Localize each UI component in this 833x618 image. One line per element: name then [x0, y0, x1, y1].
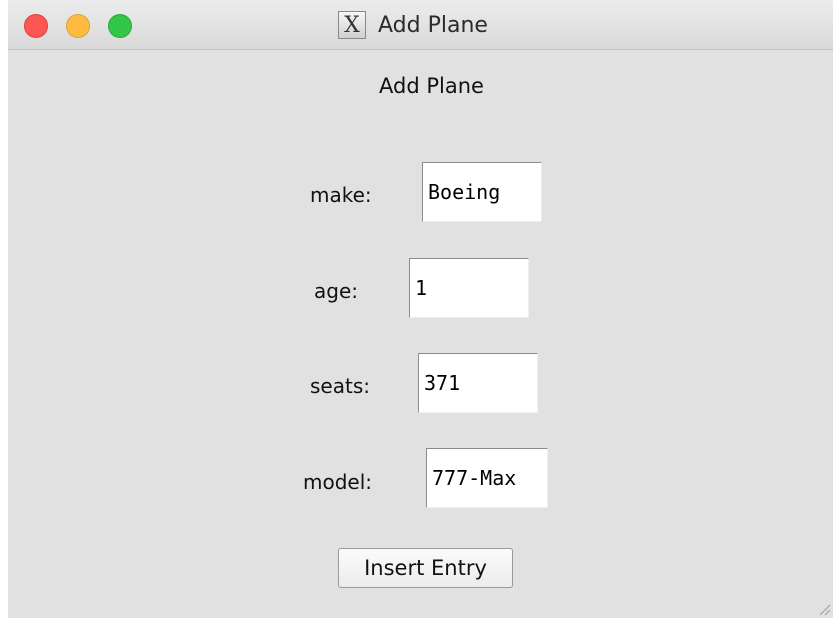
maximize-window-button[interactable]: [108, 14, 132, 38]
insert-entry-button[interactable]: Insert Entry: [338, 548, 513, 588]
minimize-window-button[interactable]: [66, 14, 90, 38]
make-label: make:: [310, 183, 372, 207]
window-title-group: X Add Plane: [338, 9, 488, 41]
seats-label: seats:: [310, 374, 370, 398]
x11-icon: X: [338, 11, 366, 39]
age-label: age:: [314, 279, 358, 303]
form-heading: Add Plane: [379, 74, 484, 98]
title-bar[interactable]: X Add Plane: [8, 0, 833, 50]
resize-grip-icon[interactable]: [817, 602, 831, 616]
model-label: model:: [303, 470, 373, 494]
seats-field[interactable]: 371: [418, 353, 538, 413]
app-window: X Add Plane Add Plane make: Boeing age: …: [8, 0, 833, 618]
model-field[interactable]: 777-Max: [426, 448, 548, 508]
form-panel: Add Plane make: Boeing age: 1 seats: 371…: [8, 50, 833, 618]
make-field[interactable]: Boeing: [422, 162, 542, 222]
close-window-button[interactable]: [24, 14, 48, 38]
age-field[interactable]: 1: [409, 258, 529, 318]
window-title: Add Plane: [378, 12, 488, 38]
